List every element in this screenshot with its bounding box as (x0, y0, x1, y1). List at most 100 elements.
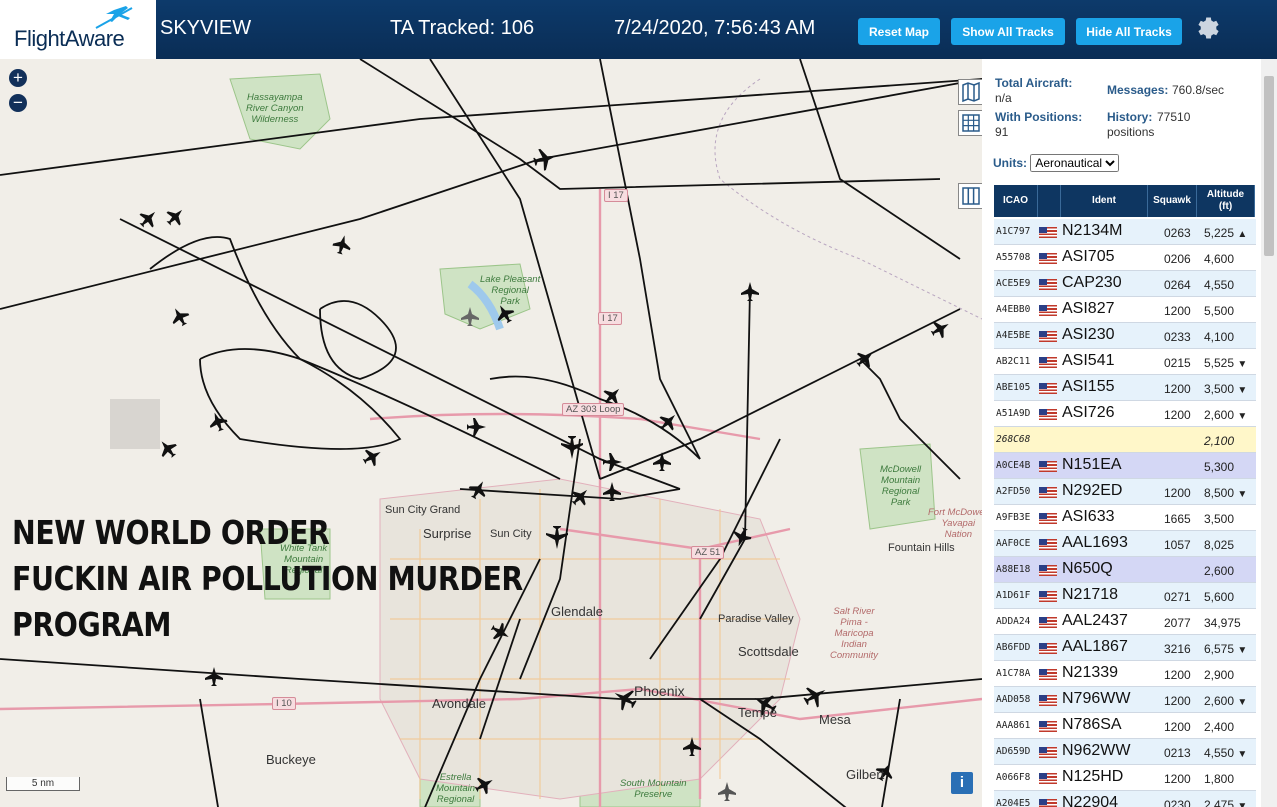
table-row[interactable]: AB6FDD AAL1867 3216 6,575 ▼ (994, 635, 1256, 661)
park-label: McDowell Mountain Regional Park (880, 464, 922, 508)
ident-cell: N151EA (1062, 456, 1122, 473)
ident-cell: N962WW (1062, 742, 1131, 759)
altitude-value: 2,600 (1204, 694, 1235, 708)
squawk-cell: 1057 (1164, 538, 1191, 552)
logo[interactable]: FlightAware (0, 0, 156, 59)
table-row[interactable]: AAA861 N786SA 1200 2,400 (994, 713, 1256, 739)
col-ident[interactable]: Ident (1061, 185, 1148, 217)
highway-shield: I 10 (272, 697, 296, 710)
table-row[interactable]: A204E5 N22904 0230 2,475 ▼ (994, 791, 1256, 807)
altitude-cell: 2,900 (1204, 668, 1234, 682)
reset-map-button[interactable]: Reset Map (858, 18, 940, 45)
col-icao[interactable]: ICAO (994, 185, 1038, 217)
hide-all-tracks-button[interactable]: Hide All Tracks (1076, 18, 1182, 45)
us-flag-icon (1039, 669, 1057, 680)
zoom-in-button[interactable]: + (9, 69, 27, 87)
table-row[interactable]: AAD058 N796WW 1200 2,600 ▼ (994, 687, 1256, 713)
ident-cell: AAL2437 (1062, 612, 1128, 629)
us-flag-icon (1039, 799, 1057, 807)
icao-cell: A204E5 (996, 798, 1031, 807)
columns-toggle-icon[interactable] (958, 183, 982, 209)
altitude-trend-icon: ▼ (1237, 411, 1248, 422)
altitude-value: 2,475 (1204, 798, 1235, 807)
col-squawk[interactable]: Squawk (1148, 185, 1197, 217)
col-altitude[interactable]: Altitude (ft) (1197, 185, 1255, 217)
table-row[interactable]: A4E5BE ASI230 0233 4,100 (994, 323, 1256, 349)
table-row[interactable]: A9FB3E ASI633 1665 3,500 (994, 505, 1256, 531)
altitude-cell: 8,025 (1204, 538, 1234, 552)
park-label: Lake Pleasant Regional Park (480, 274, 541, 307)
ident-cell: ASI155 (1062, 378, 1115, 395)
icao-cell: ABE105 (996, 382, 1031, 393)
us-flag-icon (1039, 305, 1057, 316)
squawk-cell: 1200 (1164, 304, 1191, 318)
us-flag-icon (1039, 331, 1057, 342)
table-row[interactable]: ADDA24 AAL2437 2077 34,975 (994, 609, 1256, 635)
us-flag-icon (1039, 461, 1057, 472)
altitude-cell: 2,100 (1204, 434, 1234, 448)
altitude-value: 2,900 (1204, 668, 1235, 682)
altitude-value: 2,400 (1204, 720, 1235, 734)
col-flag[interactable] (1038, 185, 1061, 217)
table-row[interactable]: A0CE4B N151EA 5,300 (994, 453, 1256, 479)
table-row[interactable]: A2FD50 N292ED 1200 8,500 ▼ (994, 479, 1256, 505)
map[interactable]: Surprise Sun City Sun City Grand Glendal… (0, 59, 982, 807)
park-label: Salt River Pima - Maricopa Indian Commun… (830, 606, 879, 661)
highway-shield: I 17 (604, 189, 628, 202)
panel-scrollbar[interactable] (1261, 59, 1277, 807)
altitude-cell: 2,600 (1204, 564, 1234, 578)
table-header: ICAO Ident Squawk Altitude (ft) (994, 185, 1255, 217)
squawk-cell: 0230 (1164, 798, 1191, 807)
place-label: Tempe (738, 705, 778, 720)
table-row[interactable]: A88E18 N650Q 2,600 (994, 557, 1256, 583)
squawk-cell: 2077 (1164, 616, 1191, 630)
squawk-cell: 1200 (1164, 382, 1191, 396)
altitude-value: 2,100 (1204, 434, 1235, 448)
grid-icon[interactable] (958, 110, 982, 136)
table-row[interactable]: ACE5E9 CAP230 0264 4,550 (994, 271, 1256, 297)
us-flag-icon (1039, 253, 1057, 264)
table-row[interactable]: ABE105 ASI155 1200 3,500 ▼ (994, 375, 1256, 401)
info-icon[interactable]: i (951, 772, 973, 794)
gear-icon[interactable] (1192, 14, 1220, 42)
ident-cell: ASI705 (1062, 248, 1115, 265)
us-flag-icon (1039, 279, 1057, 290)
table-row[interactable]: 268C68 2,100 (994, 427, 1256, 453)
ident-cell: ASI827 (1062, 300, 1115, 317)
table-row[interactable]: A1D61F N21718 0271 5,600 (994, 583, 1256, 609)
ident-cell: N786SA (1062, 716, 1122, 733)
us-flag-icon (1039, 617, 1057, 628)
place-label: Phoenix (634, 683, 685, 699)
site-name: SKYVIEW (160, 17, 252, 39)
overlay-line: FUCKIN AIR POLLUTION MURDER (12, 559, 523, 598)
table-row[interactable]: A4EBB0 ASI827 1200 5,500 (994, 297, 1256, 323)
units-select[interactable]: Aeronautical (1030, 154, 1120, 172)
altitude-value: 4,100 (1204, 330, 1235, 344)
ident-cell: ASI726 (1062, 404, 1115, 421)
zoom-out-button[interactable]: − (9, 94, 27, 112)
table-row[interactable]: AD659D N962WW 0213 4,550 ▼ (994, 739, 1256, 765)
place-label: Mesa (819, 712, 851, 727)
icao-cell: A4EBB0 (996, 304, 1031, 315)
table-row[interactable]: A55708 ASI705 0206 4,600 (994, 245, 1256, 271)
squawk-cell: 3216 (1164, 642, 1191, 656)
scrollbar-thumb[interactable] (1264, 76, 1274, 256)
map-layers-icon[interactable] (958, 79, 982, 105)
squawk-cell: 1200 (1164, 720, 1191, 734)
altitude-cell: 5,300 (1204, 460, 1234, 474)
table-row[interactable]: A1C797 N2134M 0263 5,225 ▲ (994, 219, 1256, 245)
table-row[interactable]: A066F8 N125HD 1200 1,800 (994, 765, 1256, 791)
icao-cell: A9FB3E (996, 512, 1031, 523)
highway-shield: AZ 303 Loop (562, 403, 625, 416)
top-header: FlightAware SKYVIEW TA Tracked: 106 7/24… (0, 0, 1277, 59)
table-row[interactable]: A51A9D ASI726 1200 2,600 ▼ (994, 401, 1256, 427)
altitude-value: 2,600 (1204, 408, 1235, 422)
table-row[interactable]: A1C78A N21339 1200 2,900 (994, 661, 1256, 687)
altitude-value: 8,500 (1204, 486, 1235, 500)
altitude-cell: 4,550 ▼ (1204, 746, 1247, 760)
show-all-tracks-button[interactable]: Show All Tracks (951, 18, 1065, 45)
table-row[interactable]: AAF0CE AAL1693 1057 8,025 (994, 531, 1256, 557)
table-row[interactable]: AB2C11 ASI541 0215 5,525 ▼ (994, 349, 1256, 375)
icao-cell: A0CE4B (996, 460, 1031, 471)
aircraft-panel: Total Aircraft: n/a Messages: 760.8/sec … (982, 59, 1277, 807)
